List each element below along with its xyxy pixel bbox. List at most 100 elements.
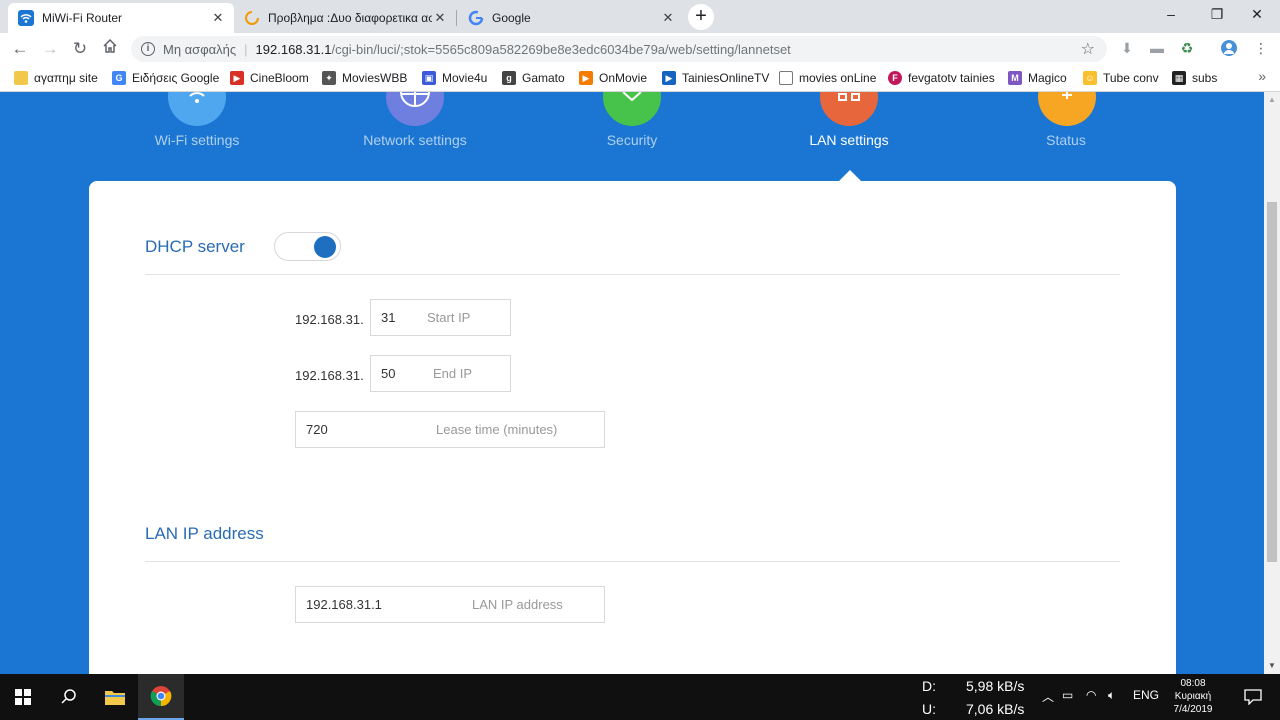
bookmark-item[interactable]: ▶ OnMovie [579, 70, 647, 86]
bookmark-label: MoviesWBB [342, 71, 408, 85]
tab-title: MiWi-Fi Router [42, 11, 122, 25]
window-close-icon[interactable]: ✕ [1234, 0, 1280, 30]
bookmark-label: TainiesOnlineTV [682, 71, 770, 85]
start-ip-value: 31 [381, 310, 396, 325]
lease-time-input[interactable]: 720 Lease time (minutes) [295, 411, 605, 448]
movie4u-icon: ▣ [422, 71, 436, 85]
home-icon[interactable] [98, 37, 122, 61]
bookmark-star-icon[interactable]: ☆ [1081, 39, 1095, 59]
bookmark-item[interactable]: ▦ subs [1172, 70, 1217, 86]
browser-toolbar: ← → ↻ i Μη ασφαλής | 192.168.31.1 /cgi-b… [0, 33, 1280, 64]
google-icon [468, 10, 484, 26]
new-tab-button[interactable]: + [688, 4, 714, 30]
bookmark-item[interactable]: ☺ Tube conv [1083, 70, 1159, 86]
google-news-icon: G [112, 71, 126, 85]
bookmark-item[interactable]: ▶ CineBloom [230, 70, 309, 86]
volume-icon[interactable]: 🔈︎ [1108, 688, 1115, 703]
file-explorer-icon[interactable] [92, 674, 138, 720]
tab-close-icon[interactable]: ✕ [210, 10, 226, 26]
scroll-down-arrow-icon[interactable]: ▼ [1268, 661, 1276, 670]
address-bar[interactable]: i Μη ασφαλής | 192.168.31.1 /cgi-bin/luc… [131, 36, 1107, 62]
recycle-extension-icon[interactable]: ♻ [1178, 39, 1196, 57]
end-ip-label: End IP [433, 366, 473, 381]
end-ip-input[interactable]: 50 End IP [370, 355, 511, 392]
tab-google[interactable]: Google ✕ [458, 3, 684, 33]
system-clock[interactable]: 08:08 Κυριακή 7/4/2019 [1164, 677, 1222, 716]
dhcp-server-toggle[interactable] [274, 232, 341, 261]
bookmarks-bar: αγαπημ site G Ειδήσεις Google ▶ CineBloom … [0, 64, 1280, 92]
bookmark-label: Magico [1028, 71, 1067, 85]
bookmark-item[interactable]: M Magico [1008, 70, 1067, 86]
bookmark-label: Tube conv [1103, 71, 1159, 85]
lan-settings-icon[interactable] [820, 92, 878, 126]
start-ip-input[interactable]: 31 Start IP [370, 299, 511, 336]
security-label: Μη ασφαλής [163, 41, 237, 57]
forward-icon[interactable]: → [38, 37, 62, 61]
magico-icon: M [1008, 71, 1022, 85]
wifi-tray-icon[interactable]: ◠ [1086, 688, 1096, 702]
nav-lan-settings[interactable]: LAN settings [759, 132, 939, 148]
notification-icon[interactable] [1230, 674, 1276, 720]
chevron-up-icon[interactable]: ︿ [1042, 688, 1054, 705]
upload-label: U: [922, 701, 936, 717]
clock-day: Κυριακή [1174, 691, 1212, 702]
profile-avatar-icon[interactable] [1220, 39, 1238, 57]
bookmark-item[interactable]: αγαπημ site [14, 70, 98, 86]
back-icon[interactable]: ← [8, 37, 32, 61]
media-extension-icon[interactable]: ▬ [1148, 39, 1166, 57]
bookmark-item[interactable]: ▣ Movie4u [422, 70, 487, 86]
upload-speed: 7,06 kB/s [966, 701, 1025, 717]
chrome-taskbar-icon[interactable] [138, 674, 184, 720]
tab-close-icon[interactable]: ✕ [660, 10, 676, 26]
bookmark-item[interactable]: movies onLine [779, 70, 876, 86]
wifi-settings-icon[interactable] [168, 92, 226, 126]
lease-time-value: 720 [306, 422, 328, 437]
page-scrollbar[interactable]: ▲ ▼ [1264, 92, 1280, 674]
bookmark-label: fevgatotv tainies [908, 71, 995, 85]
scroll-up-arrow-icon[interactable]: ▲ [1268, 95, 1276, 104]
network-settings-icon[interactable] [386, 92, 444, 126]
lan-ip-value: 192.168.31.1 [306, 597, 382, 612]
clock-time: 08:08 [1180, 678, 1206, 689]
download-extension-icon[interactable]: ⬇ [1118, 39, 1136, 57]
end-ip-prefix: 192.168.31. [295, 368, 364, 383]
nav-security[interactable]: Security [542, 132, 722, 148]
windows-taskbar: D: 5,98 kB/s U: 7,06 kB/s ︿ ▭ ◠ 🔈︎ ENG 0… [0, 674, 1280, 720]
nav-network-settings[interactable]: Network settings [325, 132, 505, 148]
movieswbb-icon: ✦ [322, 71, 336, 85]
url-host: 192.168.31.1 [255, 41, 332, 57]
nav-status[interactable]: Status [976, 132, 1156, 148]
status-icon[interactable] [1038, 92, 1096, 126]
nav-wifi-settings[interactable]: Wi-Fi settings [107, 132, 287, 148]
info-icon[interactable]: i [141, 42, 155, 56]
search-icon[interactable] [46, 674, 92, 720]
section-divider [145, 561, 1120, 562]
language-indicator[interactable]: ENG [1133, 688, 1159, 702]
tab-forum-problem[interactable]: Προβλημα :Δυο διαφορετικα ασ ✕ [234, 3, 456, 33]
bookmark-item[interactable]: ▶ TainiesOnlineTV [662, 70, 769, 86]
lan-ip-input[interactable]: 192.168.31.1 LAN IP address [295, 586, 605, 623]
bookmark-item[interactable]: g Gamato [502, 70, 565, 86]
bookmark-item[interactable]: Ffevgatotv tainies [888, 70, 995, 86]
bookmark-item[interactable]: G Ειδήσεις Google [112, 70, 219, 86]
windows-start-icon[interactable] [0, 674, 46, 720]
tab-miwifi-router[interactable]: MiWi-Fi Router ✕ [8, 3, 234, 33]
reload-icon[interactable]: ↻ [68, 37, 92, 61]
start-ip-prefix: 192.168.31. [295, 312, 364, 327]
wifi-icon [18, 10, 34, 26]
router-admin-page: Wi-Fi settings Network settings Security… [0, 92, 1264, 674]
battery-icon[interactable]: ▭ [1062, 688, 1073, 702]
bookmark-item[interactable]: ✦ MoviesWBB [322, 70, 407, 86]
lan-ip-title: LAN IP address [145, 524, 264, 543]
menu-kebab-icon[interactable]: ⋮ [1252, 39, 1270, 57]
folder-icon [14, 71, 28, 85]
active-tab-pointer [839, 170, 861, 181]
security-shield-icon[interactable] [603, 92, 661, 126]
tainiesonline-icon: ▶ [662, 71, 676, 85]
bookmark-label: CineBloom [250, 71, 309, 85]
tab-close-icon[interactable]: ✕ [432, 10, 448, 26]
scrollbar-thumb[interactable] [1267, 202, 1277, 562]
fevgatotv-icon: F [888, 71, 902, 85]
minimize-icon[interactable]: – [1148, 0, 1194, 30]
bookmarks-overflow-icon[interactable]: » [1258, 68, 1266, 84]
